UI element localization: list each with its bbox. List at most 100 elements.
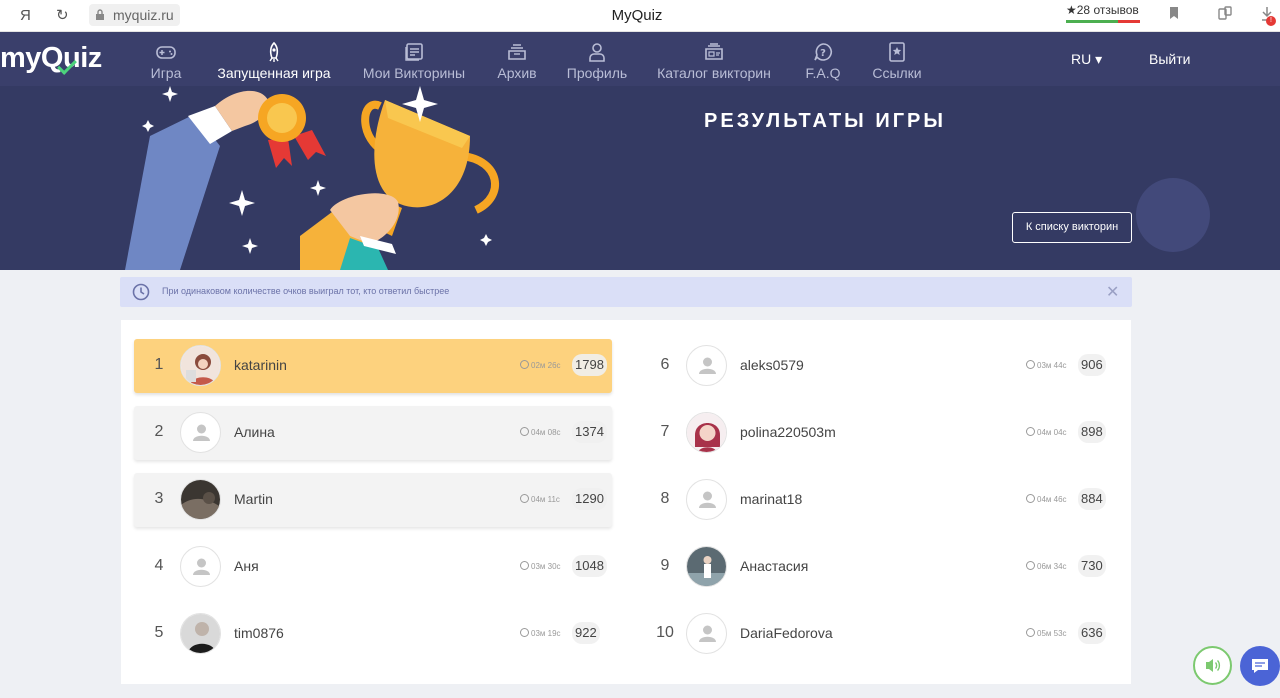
clock-icon xyxy=(520,494,529,503)
notice-text: При одинаковом количестве очков выиграл … xyxy=(162,286,450,296)
result-row-8: 8 marinat18 04м 46с 884 xyxy=(640,473,1118,527)
nav-item-profile[interactable]: Профиль xyxy=(566,32,628,86)
logout-button[interactable]: Выйти xyxy=(1149,51,1190,67)
time-value: 02м 26с xyxy=(531,361,561,370)
time-value: 03м 30с xyxy=(531,562,561,571)
answer-time: 06м 34с xyxy=(1026,561,1067,571)
nav-item-links[interactable]: Ссылки xyxy=(870,32,924,86)
username: Аня xyxy=(234,558,259,574)
rank: 6 xyxy=(660,356,670,373)
nav-item-faq[interactable]: ? F.A.Q xyxy=(802,32,844,86)
nav-label: Профиль xyxy=(566,65,628,81)
rank: 9 xyxy=(660,557,670,574)
sound-toggle-button[interactable] xyxy=(1193,646,1232,685)
nav-label: Каталог викторин xyxy=(657,65,771,81)
username: katarinin xyxy=(234,357,287,373)
clock-icon xyxy=(520,561,529,570)
nav-item-my-quizzes[interactable]: Мои Викторины xyxy=(360,32,468,86)
bookmark-icon[interactable] xyxy=(1165,6,1183,24)
avatar[interactable] xyxy=(180,479,221,520)
browser-bar: Я ↻ myquiz.ru MyQuiz ★28 отзывов ! xyxy=(0,0,1280,32)
chat-icon xyxy=(1252,659,1268,673)
user-placeholder-icon xyxy=(193,424,210,441)
close-icon[interactable]: ✕ xyxy=(1106,282,1119,302)
time-value: 04м 11с xyxy=(531,495,560,504)
trophy-illustration xyxy=(125,86,499,270)
username: marinat18 xyxy=(740,491,803,507)
nav-label: Игра xyxy=(150,65,182,81)
answer-time: 04м 11с xyxy=(520,494,560,504)
rank: 3 xyxy=(154,490,164,507)
clock-icon xyxy=(1026,494,1035,503)
avatar[interactable] xyxy=(686,345,727,386)
profile-icon xyxy=(589,43,605,62)
answer-time: 03м 19с xyxy=(520,628,561,638)
time-value: 06м 34с xyxy=(1037,562,1067,571)
score: 1374 xyxy=(572,421,607,443)
answer-time: 05м 53с xyxy=(1026,628,1067,638)
rank: 4 xyxy=(154,557,164,574)
svg-text:?: ? xyxy=(820,48,826,59)
hero-banner: РЕЗУЛЬТАТЫ ИГРЫ К списку викторин xyxy=(0,86,1280,270)
username: Алина xyxy=(234,424,275,440)
time-value: 03м 19с xyxy=(531,629,561,638)
answer-time: 04м 46с xyxy=(1026,494,1067,504)
result-row-1: 1 katarinin 02м 26с 1798 xyxy=(134,339,612,393)
nav-item-running-game[interactable]: Запущенная игра xyxy=(214,32,334,86)
reviews-rating-bar xyxy=(1066,20,1140,23)
answer-time: 04м 08с xyxy=(520,427,561,437)
user-placeholder-icon xyxy=(699,491,716,508)
username: tim0876 xyxy=(234,625,284,641)
username: Martin xyxy=(234,491,273,507)
archive-icon xyxy=(508,44,526,60)
time-value: 04м 04с xyxy=(1037,428,1067,437)
main-nav: myQuiz Игра Запущенная игра Мои Викторин… xyxy=(0,32,1280,86)
nav-label: Ссылки xyxy=(872,65,922,81)
result-row-10: 10 DariaFedorova 05м 53с 636 xyxy=(640,607,1118,661)
user-placeholder-icon xyxy=(699,357,716,374)
language-selector[interactable]: RU ▾ xyxy=(1071,51,1102,68)
chat-button[interactable] xyxy=(1240,646,1280,686)
result-row-6: 6 aleks0579 03м 44с 906 xyxy=(640,339,1118,393)
reviews-link[interactable]: ★28 отзывов xyxy=(1066,3,1139,17)
avatar[interactable] xyxy=(686,546,727,587)
score: 1290 xyxy=(572,488,607,510)
back-to-quizzes-button[interactable]: К списку викторин xyxy=(1012,212,1132,243)
score: 884 xyxy=(1078,488,1106,510)
time-value: 03м 44с xyxy=(1037,361,1067,370)
score: 1798 xyxy=(572,354,607,376)
user-placeholder-icon xyxy=(193,558,210,575)
avatar[interactable] xyxy=(180,345,221,386)
myquiz-logo[interactable]: myQuiz xyxy=(0,42,102,75)
result-row-2: 2 Алина 04м 08с 1374 xyxy=(134,406,612,460)
rank: 8 xyxy=(660,490,670,507)
nav-item-archive[interactable]: Архив xyxy=(494,32,540,86)
time-value: 04м 46с xyxy=(1037,495,1067,504)
username: polina220503m xyxy=(740,424,836,440)
avatar[interactable] xyxy=(686,479,727,520)
nav-item-catalog[interactable]: Каталог викторин xyxy=(654,32,774,86)
clock-icon xyxy=(1026,360,1035,369)
rank: 10 xyxy=(656,624,674,641)
username: Анастасия xyxy=(740,558,809,574)
avatar[interactable] xyxy=(686,412,727,453)
nav-item-game[interactable]: Игра xyxy=(146,32,186,86)
gamepad-icon xyxy=(156,46,176,59)
avatar[interactable] xyxy=(180,412,221,453)
rank: 7 xyxy=(660,423,670,440)
answer-time: 04м 04с xyxy=(1026,427,1067,437)
extensions-icon[interactable] xyxy=(1216,6,1234,24)
rank: 5 xyxy=(154,624,164,641)
time-value: 04м 08с xyxy=(531,428,561,437)
score: 906 xyxy=(1078,354,1106,376)
avatar[interactable] xyxy=(686,613,727,654)
avatar[interactable] xyxy=(180,546,221,587)
catalog-icon xyxy=(705,43,723,60)
answer-time: 02м 26с xyxy=(520,360,561,370)
nav-label: Архив xyxy=(497,65,537,81)
nav-label: Запущенная игра xyxy=(217,65,331,81)
logo-text-my: my xyxy=(0,42,41,74)
clock-icon xyxy=(520,360,529,369)
tiebreak-notice: При одинаковом количестве очков выиграл … xyxy=(120,277,1132,307)
avatar[interactable] xyxy=(180,613,221,654)
